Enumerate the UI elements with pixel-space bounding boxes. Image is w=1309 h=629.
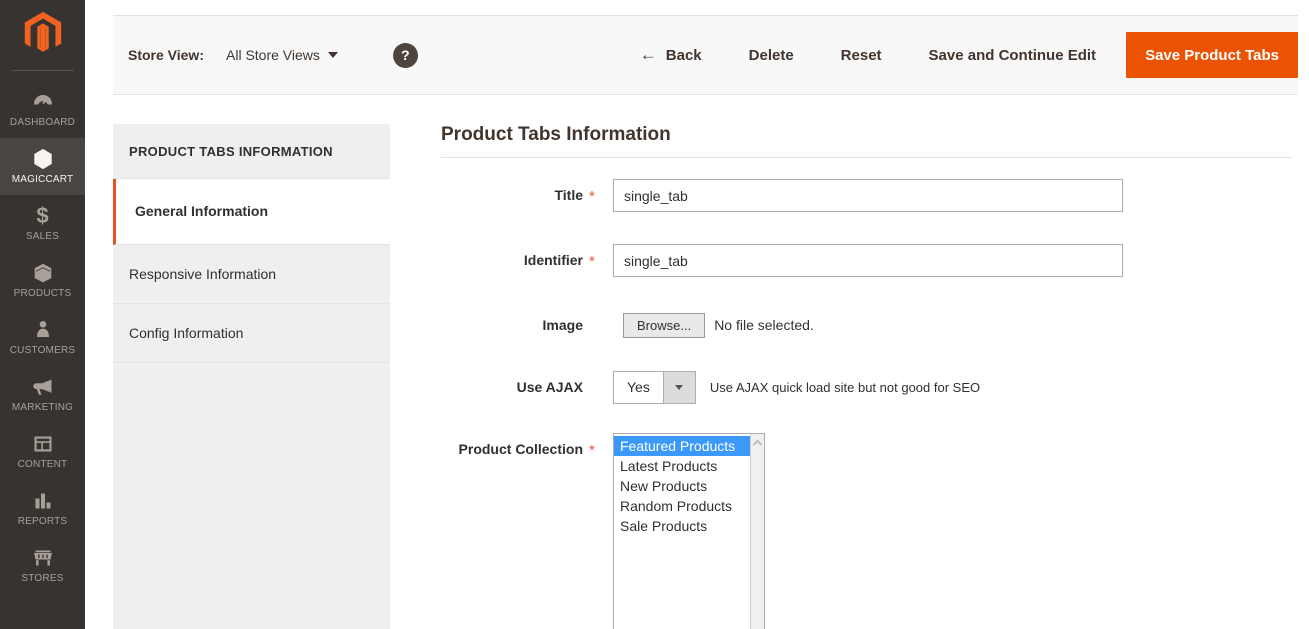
required-marker: * [589, 433, 601, 629]
delete-button[interactable]: Delete [749, 47, 794, 64]
use-ajax-label: Use AJAX [441, 371, 583, 404]
identifier-field-row: Identifier * [441, 244, 1292, 280]
product-collection-field-row: Product Collection * Featured Products L… [441, 433, 1292, 629]
listbox-option-latest-products[interactable]: Latest Products [614, 456, 750, 476]
sidebar-item-reports[interactable]: REPORTS [0, 480, 85, 537]
product-tabs-accordion: PRODUCT TABS INFORMATION General Informa… [113, 124, 390, 629]
storefront-icon [31, 546, 55, 570]
accordion-header: PRODUCT TABS INFORMATION [113, 124, 390, 179]
dashboard-icon [31, 90, 55, 114]
sidebar-item-label: MAGICCART [2, 174, 83, 185]
identifier-label: Identifier [441, 244, 583, 280]
magento-logo[interactable] [0, 0, 85, 70]
magiccart-hexagon-icon [31, 147, 55, 171]
person-icon [31, 318, 55, 342]
sidebar-item-marketing[interactable]: MARKETING [0, 366, 85, 423]
required-marker: * [589, 244, 601, 280]
layout-icon [31, 432, 55, 456]
use-ajax-select[interactable]: Yes [613, 371, 696, 404]
product-collection-label: Product Collection [441, 433, 583, 629]
use-ajax-field-row: Use AJAX Yes Use AJAX quick load site bu… [441, 371, 1292, 404]
product-collection-listbox[interactable]: Featured Products Latest Products New Pr… [613, 433, 765, 629]
save-and-continue-button[interactable]: Save and Continue Edit [929, 47, 1097, 64]
sidebar-item-label: REPORTS [2, 516, 83, 527]
listbox-scrollbar[interactable] [750, 434, 764, 629]
toolbar-actions: ← Back Delete Reset Save and Continue Ed… [593, 32, 1298, 78]
help-icon[interactable]: ? [393, 43, 418, 68]
sidebar-item-label: CONTENT [2, 459, 83, 470]
sidebar-item-sales[interactable]: $ SALES [0, 195, 85, 252]
sidebar-item-magiccart[interactable]: MAGICCART [0, 138, 85, 195]
scroll-up-icon [753, 440, 763, 450]
back-button-label: Back [666, 47, 702, 64]
use-ajax-note: Use AJAX quick load site but not good fo… [710, 371, 980, 404]
sidebar-item-label: STORES [2, 573, 83, 584]
title-input[interactable] [613, 179, 1123, 212]
form-column: Product Tabs Information Title * Identif… [441, 124, 1292, 629]
required-marker: * [589, 179, 601, 215]
file-status-text: No file selected. [714, 309, 814, 342]
sidebar-item-label: DASHBOARD [2, 117, 83, 128]
listbox-option-random-products[interactable]: Random Products [614, 496, 750, 516]
tab-general-information[interactable]: General Information [113, 179, 390, 245]
listbox-option-sale-products[interactable]: Sale Products [614, 516, 750, 536]
general-information-form: Title * Identifier * Ima [441, 158, 1292, 629]
store-view-switcher[interactable]: All Store Views [226, 47, 338, 63]
main-area: Store View: All Store Views ? ← Back Del… [85, 0, 1309, 629]
listbox-option-new-products[interactable]: New Products [614, 476, 750, 496]
bar-chart-icon [31, 489, 55, 513]
content-area: PRODUCT TABS INFORMATION General Informa… [85, 95, 1309, 629]
required-marker-placeholder [589, 371, 601, 404]
back-button[interactable]: ← Back [640, 45, 702, 65]
magento-admin-page: DASHBOARD MAGICCART $ SALES PRODUCTS CUS… [0, 0, 1309, 629]
sidebar-item-products[interactable]: PRODUCTS [0, 252, 85, 309]
required-marker-placeholder [589, 309, 601, 342]
page-toolbar: Store View: All Store Views ? ← Back Del… [113, 15, 1298, 95]
use-ajax-selected-value: Yes [614, 372, 663, 403]
reset-button[interactable]: Reset [841, 47, 882, 64]
store-view-value: All Store Views [226, 47, 320, 63]
sidebar-divider [11, 70, 74, 71]
title-label: Title [441, 179, 583, 215]
tab-config-information[interactable]: Config Information [113, 304, 390, 363]
sidebar-item-label: SALES [2, 231, 83, 242]
sidebar-item-customers[interactable]: CUSTOMERS [0, 309, 85, 366]
listbox-options: Featured Products Latest Products New Pr… [614, 434, 750, 536]
sidebar-item-content[interactable]: CONTENT [0, 423, 85, 480]
tab-responsive-information[interactable]: Responsive Information [113, 245, 390, 304]
identifier-input[interactable] [613, 244, 1123, 277]
image-label: Image [441, 309, 583, 342]
chevron-down-icon [328, 52, 338, 58]
back-arrow-icon: ← [640, 45, 657, 65]
sidebar-item-stores[interactable]: STORES [0, 537, 85, 594]
save-product-tabs-button[interactable]: Save Product Tabs [1126, 32, 1298, 78]
page-title: Product Tabs Information [441, 124, 1292, 146]
select-dropdown-icon [663, 372, 695, 403]
sidebar-item-label: CUSTOMERS [2, 345, 83, 356]
sidebar-item-label: PRODUCTS [2, 288, 83, 299]
dollar-icon: $ [31, 204, 55, 228]
image-field-row: Image Browse... No file selected. [441, 309, 1292, 342]
sidebar: DASHBOARD MAGICCART $ SALES PRODUCTS CUS… [0, 0, 85, 629]
listbox-option-featured-products[interactable]: Featured Products [614, 436, 750, 456]
title-field-row: Title * [441, 179, 1292, 215]
megaphone-icon [31, 375, 55, 399]
sidebar-item-dashboard[interactable]: DASHBOARD [0, 81, 85, 138]
store-view-label: Store View: [128, 47, 204, 63]
sidebar-item-label: MARKETING [2, 402, 83, 413]
browse-button[interactable]: Browse... [623, 313, 705, 338]
box-icon [31, 261, 55, 285]
